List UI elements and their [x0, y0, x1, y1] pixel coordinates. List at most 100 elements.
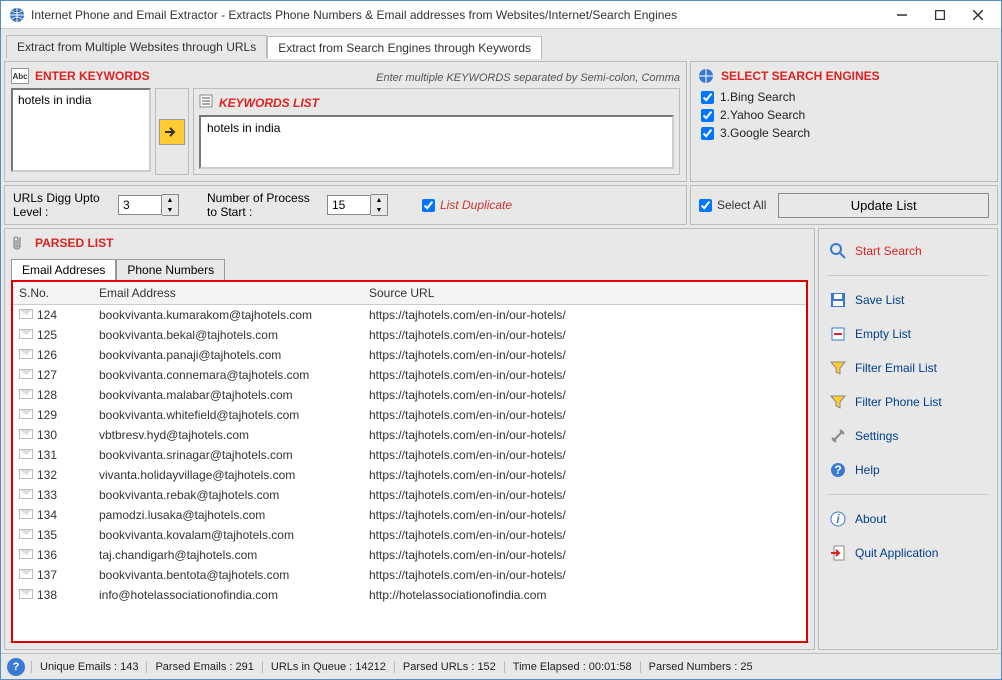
settings-button[interactable]: Settings	[827, 424, 989, 448]
engines-title: SELECT SEARCH ENGINES	[721, 69, 880, 83]
empty-list-button[interactable]: Empty List	[827, 322, 989, 346]
table-row[interactable]: 131bookvivanta.srinagar@tajhotels.comhtt…	[13, 445, 806, 465]
digg-up-button[interactable]: ▲	[162, 195, 178, 205]
envelope-icon	[19, 329, 33, 339]
envelope-icon	[19, 589, 33, 599]
about-button[interactable]: iAbout	[827, 507, 989, 531]
filter-phone-button[interactable]: Filter Phone List	[827, 390, 989, 414]
about-icon: i	[829, 510, 847, 528]
status-parsed-emails: Parsed Emails : 291	[146, 661, 261, 673]
keywords-list[interactable]: hotels in india	[199, 115, 674, 169]
table-row[interactable]: 137bookvivanta.bentota@tajhotels.comhttp…	[13, 565, 806, 585]
col-sno[interactable]: S.No.	[13, 282, 93, 305]
envelope-icon	[19, 549, 33, 559]
envelope-icon	[19, 389, 33, 399]
digg-level-spinner[interactable]: ▲▼	[118, 194, 179, 216]
save-list-button[interactable]: Save List	[827, 288, 989, 312]
close-button[interactable]	[959, 3, 997, 27]
process-down-button[interactable]: ▼	[371, 205, 387, 215]
engine-google-checkbox[interactable]	[701, 127, 714, 140]
filter-phone-icon	[829, 393, 847, 411]
tab-email-addresses[interactable]: Email Addreses	[11, 259, 116, 280]
envelope-icon	[19, 409, 33, 419]
keywords-list-title: KEYWORDS LIST	[219, 96, 319, 110]
tab-extract-keywords[interactable]: Extract from Search Engines through Keyw…	[267, 36, 542, 59]
envelope-icon	[19, 369, 33, 379]
help-button[interactable]: ?Help	[827, 458, 989, 482]
save-icon	[829, 291, 847, 309]
quit-button[interactable]: Quit Application	[827, 541, 989, 565]
engine-bing-checkbox[interactable]	[701, 91, 714, 104]
process-up-button[interactable]: ▲	[371, 195, 387, 205]
minimize-button[interactable]	[883, 3, 921, 27]
digg-level-input[interactable]	[118, 195, 162, 215]
window-title: Internet Phone and Email Extractor - Ext…	[31, 8, 883, 22]
status-bar: ? Unique Emails : 143 Parsed Emails : 29…	[1, 653, 1001, 679]
process-count-input[interactable]	[327, 195, 371, 215]
process-count-spinner[interactable]: ▲▼	[327, 194, 388, 216]
svg-text:?: ?	[834, 463, 841, 477]
side-panel: Start Search Save List Empty List Filter…	[818, 228, 998, 650]
engine-yahoo-checkbox[interactable]	[701, 109, 714, 122]
engine-bing[interactable]: 1.Bing Search	[697, 88, 991, 106]
table-row[interactable]: 136taj.chandigarh@tajhotels.comhttps://t…	[13, 545, 806, 565]
status-parsed-numbers: Parsed Numbers : 25	[640, 661, 761, 673]
tab-extract-urls[interactable]: Extract from Multiple Websites through U…	[6, 35, 267, 58]
envelope-icon	[19, 469, 33, 479]
settings-icon	[829, 427, 847, 445]
status-parsed-urls: Parsed URLs : 152	[394, 661, 504, 673]
table-row[interactable]: 135bookvivanta.kovalam@tajhotels.comhttp…	[13, 525, 806, 545]
add-keyword-button[interactable]	[159, 119, 185, 145]
status-help-icon[interactable]: ?	[7, 658, 25, 676]
table-row[interactable]: 126bookvivanta.panaji@tajhotels.comhttps…	[13, 345, 806, 365]
envelope-icon	[19, 489, 33, 499]
status-urls-queue: URLs in Queue : 14212	[262, 661, 394, 673]
globe-icon	[697, 68, 715, 84]
search-engines-panel: SELECT SEARCH ENGINES 1.Bing Search 2.Ya…	[690, 61, 998, 182]
filter-email-icon	[829, 359, 847, 377]
tab-phone-numbers[interactable]: Phone Numbers	[116, 259, 225, 280]
table-row[interactable]: 125bookvivanta.bekal@tajhotels.comhttps:…	[13, 325, 806, 345]
list-duplicate-checkbox[interactable]: List Duplicate	[422, 198, 512, 212]
select-all-checkbox[interactable]: Select All	[699, 198, 766, 212]
engine-yahoo[interactable]: 2.Yahoo Search	[697, 106, 991, 124]
table-row[interactable]: 132vivanta.holidayvillage@tajhotels.comh…	[13, 465, 806, 485]
table-row[interactable]: 128bookvivanta.malabar@tajhotels.comhttp…	[13, 385, 806, 405]
options-panel: URLs Digg Upto Level : ▲▼ Number of Proc…	[4, 185, 687, 225]
status-time-elapsed: Time Elapsed : 00:01:58	[504, 661, 640, 673]
digg-level-label: URLs Digg Upto Level :	[13, 191, 108, 219]
status-unique-emails: Unique Emails : 143	[31, 661, 146, 673]
envelope-icon	[19, 449, 33, 459]
update-panel: Select All Update List	[690, 185, 998, 225]
col-url[interactable]: Source URL	[363, 282, 806, 305]
update-list-button[interactable]: Update List	[778, 193, 989, 218]
table-row[interactable]: 129bookvivanta.whitefield@tajhotels.comh…	[13, 405, 806, 425]
envelope-icon	[19, 509, 33, 519]
main-tabs: Extract from Multiple Websites through U…	[4, 32, 998, 58]
filter-email-button[interactable]: Filter Email List	[827, 356, 989, 380]
quit-icon	[829, 544, 847, 562]
keywords-title: ENTER KEYWORDS	[35, 69, 150, 83]
search-icon	[829, 242, 847, 260]
maximize-button[interactable]	[921, 3, 959, 27]
table-row[interactable]: 133bookvivanta.rebak@tajhotels.comhttps:…	[13, 485, 806, 505]
keywords-input[interactable]: hotels in india	[13, 90, 149, 170]
table-row[interactable]: 130vbtbresv.hyd@tajhotels.comhttps://taj…	[13, 425, 806, 445]
keywords-hint: Enter multiple KEYWORDS separated by Sem…	[376, 72, 680, 84]
table-row[interactable]: 134pamodzi.lusaka@tajhotels.comhttps://t…	[13, 505, 806, 525]
results-grid[interactable]: S.No. Email Address Source URL 124bookvi…	[13, 282, 806, 641]
col-email[interactable]: Email Address	[93, 282, 363, 305]
engine-google[interactable]: 3.Google Search	[697, 124, 991, 142]
start-search-button[interactable]: Start Search	[827, 239, 989, 263]
table-row[interactable]: 138info@hotelassociationofindia.comhttp:…	[13, 585, 806, 605]
keywords-list-item[interactable]: hotels in india	[207, 121, 666, 135]
table-row[interactable]: 124bookvivanta.kumarakom@tajhotels.comht…	[13, 305, 806, 326]
envelope-icon	[19, 429, 33, 439]
envelope-icon	[19, 349, 33, 359]
digg-down-button[interactable]: ▼	[162, 205, 178, 215]
titlebar: Internet Phone and Email Extractor - Ext…	[1, 1, 1001, 29]
abc-icon: Abc	[11, 68, 29, 84]
envelope-icon	[19, 569, 33, 579]
table-row[interactable]: 127bookvivanta.connemara@tajhotels.comht…	[13, 365, 806, 385]
parsed-list-panel: PARSED LIST Email Addreses Phone Numbers…	[4, 228, 815, 650]
